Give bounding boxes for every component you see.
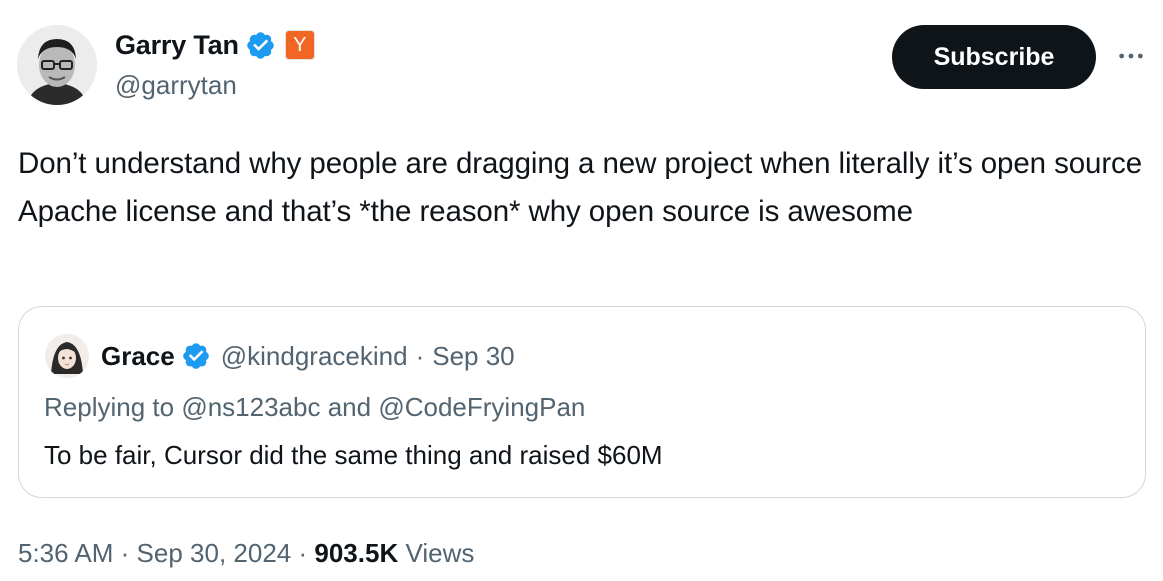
tweet-time[interactable]: 5:36 AM [18, 538, 113, 568]
quote-author-avatar[interactable] [45, 334, 89, 378]
tweet-footer: 5:36 AM · Sep 30, 2024 · 903.5K Views [18, 538, 474, 569]
author-avatar[interactable] [17, 25, 97, 105]
views-label[interactable]: Views [405, 538, 474, 568]
replying-prefix: Replying to [44, 392, 175, 422]
quote-text: To be fair, Cursor did the same thing an… [44, 440, 663, 470]
quote-date[interactable]: Sep 30 [432, 341, 514, 372]
affiliate-badge[interactable]: Y [285, 31, 314, 59]
author-name[interactable]: Garry Tan [115, 30, 239, 61]
quote-avatar-image [45, 334, 89, 378]
quote-header: Grace @kindgracekind · Sep 30 [101, 339, 515, 373]
author-handle[interactable]: @garrytan [115, 70, 237, 101]
quote-author-handle[interactable]: @kindgracekind [221, 341, 408, 372]
quote-author-name[interactable]: Grace [101, 341, 175, 372]
verified-badge-icon[interactable] [181, 341, 211, 371]
avatar-image [17, 25, 97, 105]
more-horizontal-icon[interactable] [1115, 40, 1147, 72]
quote-replying-to: Replying to @ns123abc and @CodeFryingPan [44, 392, 585, 423]
replying-and: and [327, 392, 372, 422]
replying-to-link-2[interactable]: @CodeFryingPan [378, 392, 585, 422]
tweet-date[interactable]: Sep 30, 2024 [137, 538, 292, 568]
views-count[interactable]: 903.5K [314, 538, 398, 568]
tweet-text: Don’t understand why people are dragging… [18, 147, 1143, 228]
footer-separator: · [298, 538, 308, 568]
verified-badge-icon[interactable] [245, 30, 276, 61]
quote-separator: · [415, 340, 425, 371]
author-name-row: Garry Tan Y [115, 28, 314, 62]
replying-to-link-1[interactable]: @ns123abc [181, 392, 320, 422]
quoted-tweet[interactable]: Grace @kindgracekind · Sep 30 Replying t… [18, 306, 1146, 498]
subscribe-button[interactable]: Subscribe [892, 25, 1096, 89]
footer-separator: · [120, 538, 130, 568]
